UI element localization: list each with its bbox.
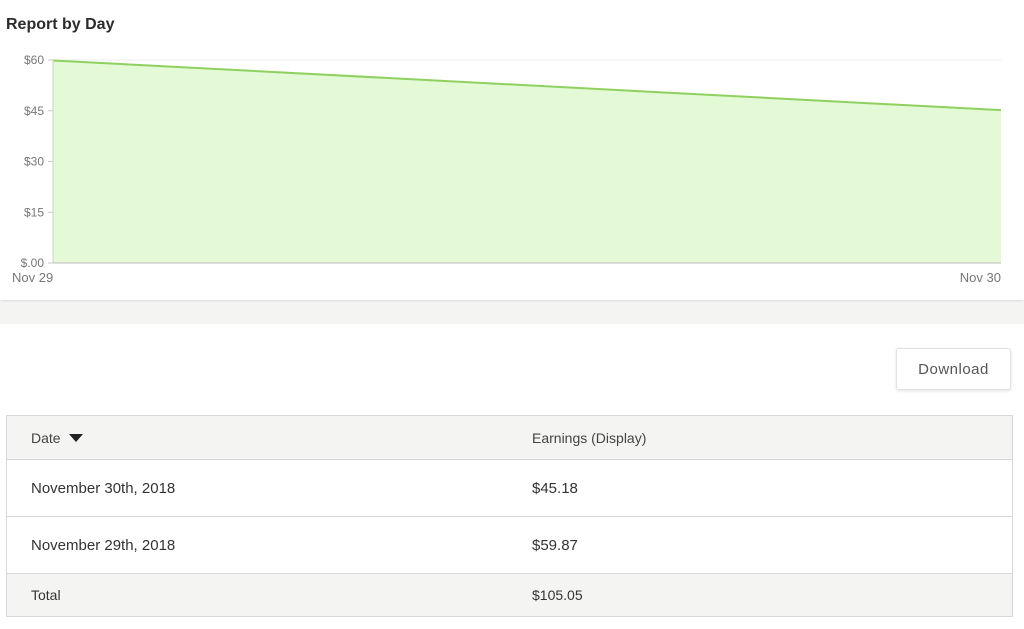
download-button[interactable]: Download <box>896 348 1011 390</box>
y-tick-label: $45 <box>24 104 44 118</box>
row-earnings: $45.18 <box>532 479 578 497</box>
y-tick-label: $15 <box>24 205 44 219</box>
table-row: November 30th, 2018 $45.18 <box>7 459 1012 516</box>
y-tick-label: $.00 <box>21 256 45 270</box>
y-tick-label: $30 <box>24 155 44 169</box>
date-header-label: Date <box>31 429 61 446</box>
row-date: November 30th, 2018 <box>31 479 176 497</box>
total-label: Total <box>31 587 61 603</box>
y-tick-label: $60 <box>24 53 44 67</box>
row-earnings: $59.87 <box>532 536 578 554</box>
total-earnings: $105.05 <box>532 587 583 603</box>
table-total-row: Total $105.05 <box>7 573 1012 616</box>
x-tick-label: Nov 29 <box>12 270 53 285</box>
row-date: November 29th, 2018 <box>31 536 176 554</box>
earnings-column-header: Earnings (Display) <box>532 429 647 446</box>
area-chart: $.00 $15 $30 $45 $60 Nov 29 Nov 30 <box>12 53 1002 285</box>
x-tick-label: Nov 30 <box>960 270 1001 285</box>
section-divider <box>0 302 1024 324</box>
date-column-header[interactable]: Date <box>31 430 83 446</box>
table-row: November 29th, 2018 $59.87 <box>7 516 1012 573</box>
report-table: Date Earnings (Display) November 30th, 2… <box>6 415 1013 617</box>
report-chart-card: Report by Day $.00 $15 $30 $45 $60 Nov 29 Nov … <box>0 0 1024 300</box>
table-header-row: Date Earnings (Display) <box>7 416 1012 459</box>
sort-desc-icon <box>68 433 83 442</box>
